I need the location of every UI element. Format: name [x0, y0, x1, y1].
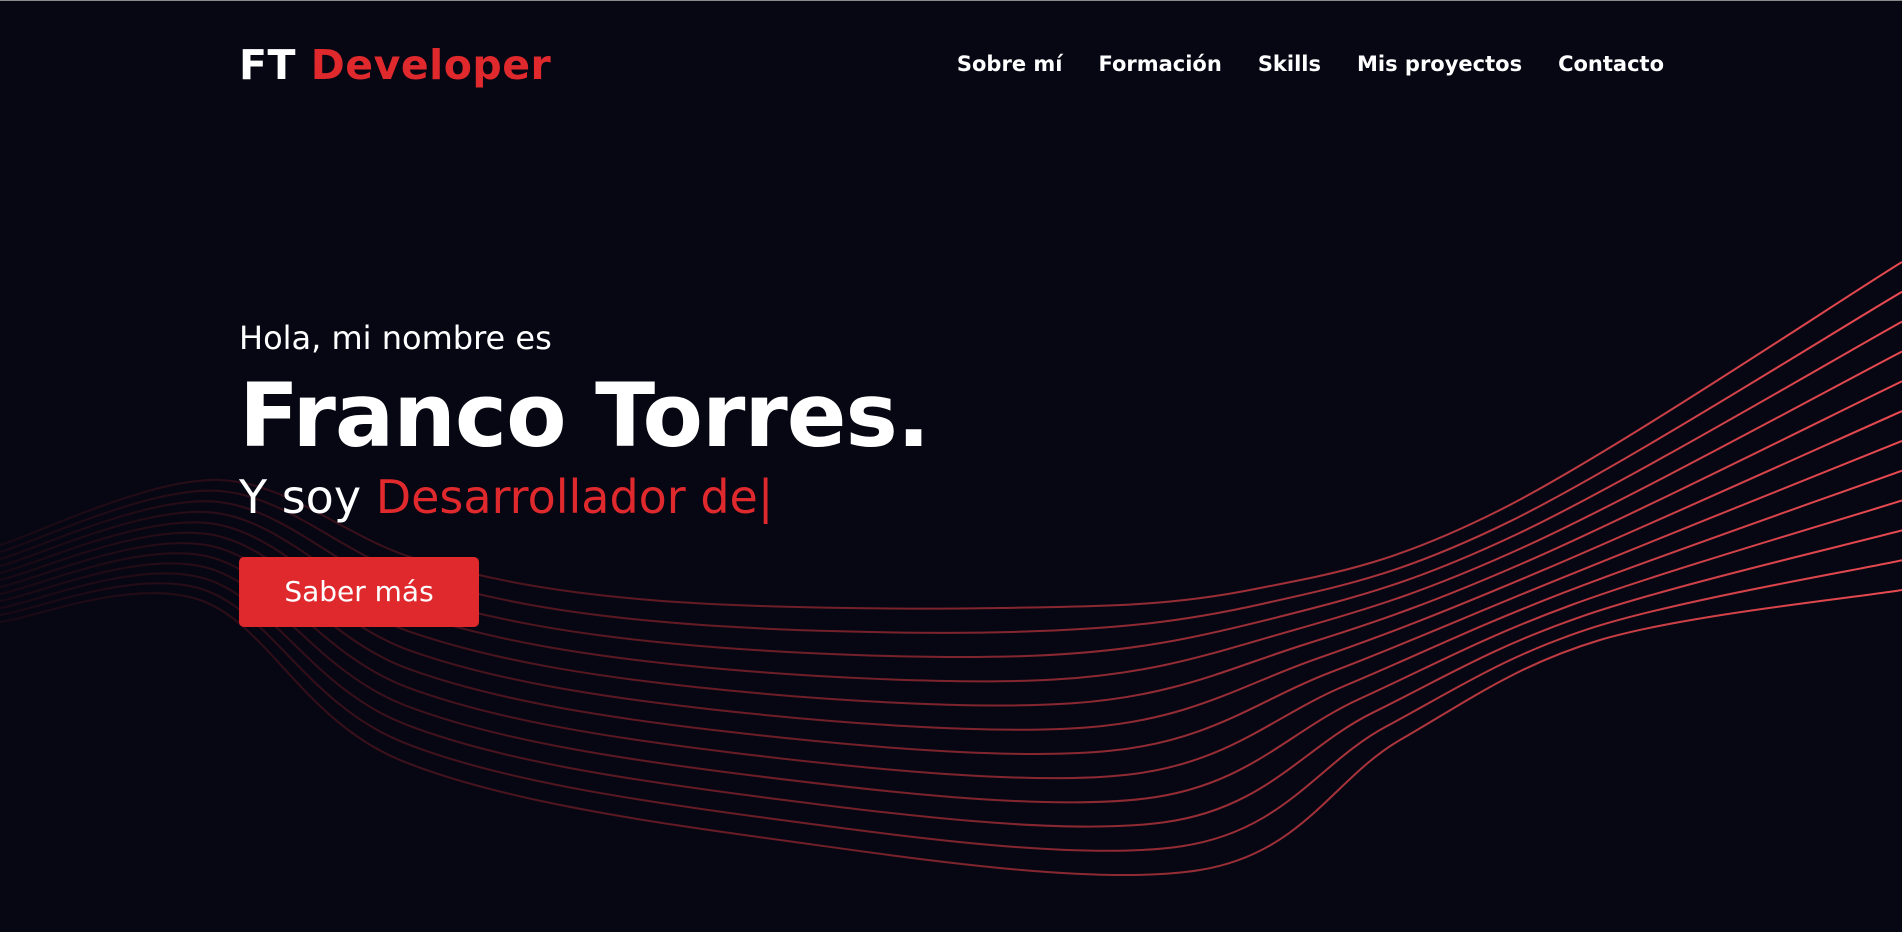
hero-subtitle: Y soy Desarrollador de| — [239, 468, 929, 526]
saber-mas-button[interactable]: Saber más — [239, 557, 479, 627]
hero-name: Franco Torres. — [239, 364, 930, 467]
logo-name: Developer — [310, 41, 552, 89]
logo-prefix: FT — [239, 41, 296, 89]
hero-section: Hola, mi nombre es Franco Torres. Y soy … — [239, 318, 930, 627]
typed-role-text: Desarrollador de| — [375, 470, 774, 524]
navbar: FT Developer Sobre mí Formación Skills M… — [0, 0, 1902, 130]
nav-link-skills[interactable]: Skills — [1258, 50, 1321, 78]
nav-link-formacion[interactable]: Formación — [1098, 50, 1221, 78]
nav-menu: Sobre mí Formación Skills Mis proyectos … — [957, 50, 1664, 78]
hero-greeting: Hola, mi nombre es — [239, 319, 552, 357]
nav-link-proyectos[interactable]: Mis proyectos — [1357, 50, 1522, 78]
subtitle-prefix: Y soy — [239, 470, 362, 524]
nav-link-sobre-mi[interactable]: Sobre mí — [957, 50, 1063, 78]
nav-link-contacto[interactable]: Contacto — [1558, 50, 1664, 78]
site-logo[interactable]: FT Developer — [239, 38, 551, 92]
